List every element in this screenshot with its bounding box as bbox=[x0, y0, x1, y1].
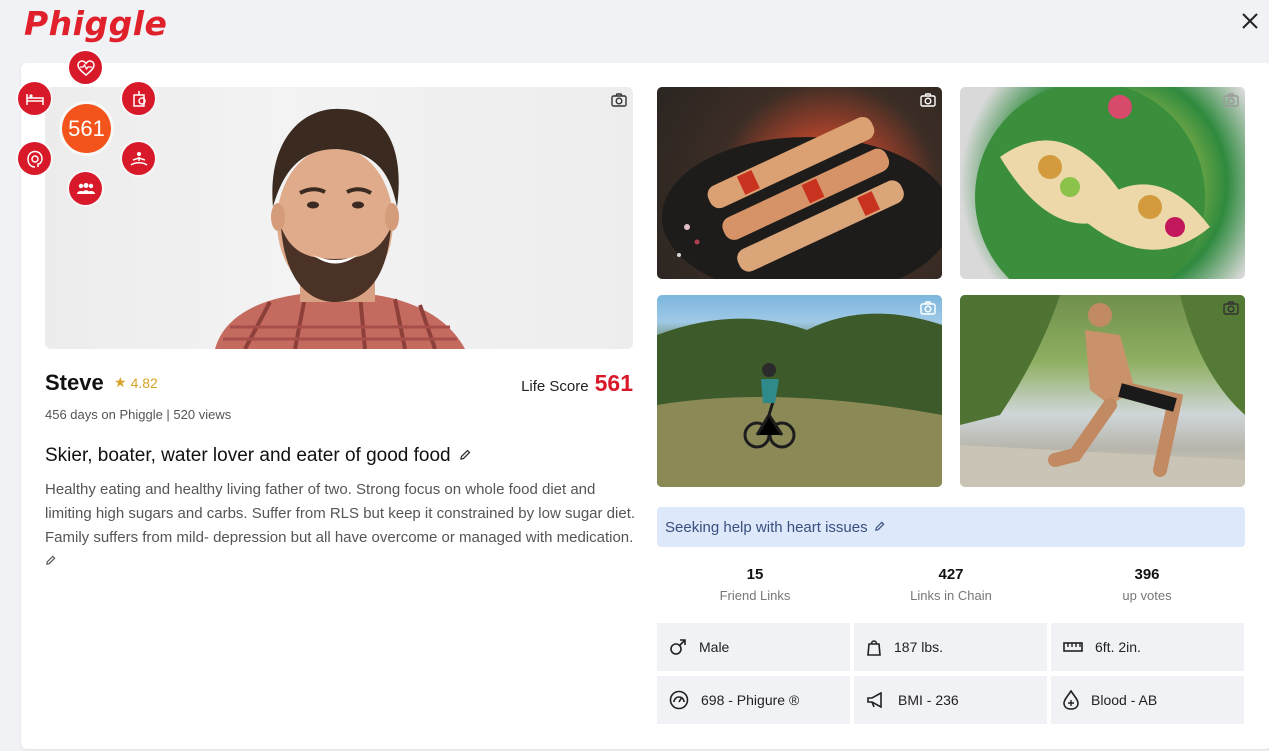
tile-text: 187 lbs. bbox=[894, 639, 944, 655]
profile-name: Steve bbox=[45, 370, 104, 395]
life-score-label: Life Score bbox=[521, 378, 589, 395]
change-photo-button[interactable] bbox=[918, 91, 938, 109]
pencil-icon bbox=[874, 521, 885, 531]
gallery-photo-exercise[interactable] bbox=[960, 295, 1245, 487]
camera-plus-icon bbox=[920, 301, 936, 315]
edit-headline-button[interactable] bbox=[459, 445, 471, 467]
profile-meta: 456 days on Phiggle | 520 views bbox=[45, 407, 232, 422]
gauge-icon bbox=[669, 690, 689, 710]
stat-label: up votes bbox=[1122, 588, 1172, 603]
mindfulness-category-button[interactable] bbox=[122, 142, 155, 175]
life-score: Life Score 561 bbox=[521, 370, 633, 397]
meditation-icon bbox=[130, 151, 147, 166]
stat-links-in-chain[interactable]: 427 Links in Chain bbox=[853, 566, 1049, 603]
change-photo-button[interactable] bbox=[1221, 299, 1241, 317]
camera-plus-icon bbox=[611, 93, 627, 107]
profile-bio: Healthy eating and healthy living father… bbox=[45, 478, 640, 574]
edit-bio-button[interactable] bbox=[45, 550, 56, 574]
tile-height: 6ft. 2in. bbox=[1051, 623, 1244, 671]
profile-photo[interactable] bbox=[45, 87, 633, 349]
gallery-photo-tacos[interactable] bbox=[960, 87, 1245, 279]
stat-value: 15 bbox=[746, 566, 764, 583]
tile-bmi: BMI - 236 bbox=[854, 676, 1047, 724]
biker-illustration bbox=[657, 313, 942, 487]
tile-phigure: 698 - Phigure ® bbox=[657, 676, 850, 724]
megaphone-icon bbox=[867, 692, 882, 708]
stat-label: Links in Chain bbox=[910, 588, 992, 603]
close-button[interactable] bbox=[1235, 6, 1265, 36]
person-portrait bbox=[215, 108, 465, 349]
blood-drop-icon bbox=[1063, 690, 1079, 710]
stat-up-votes[interactable]: 396 up votes bbox=[1049, 566, 1245, 603]
profile-headline: Skier, boater, water lover and eater of … bbox=[45, 445, 471, 467]
heart-category-button[interactable] bbox=[69, 51, 102, 84]
bed-icon bbox=[25, 93, 44, 105]
stat-value: 427 bbox=[938, 566, 964, 583]
life-score-badge[interactable]: 561 bbox=[62, 104, 111, 153]
stat-friend-links[interactable]: 15 Friend Links bbox=[657, 566, 853, 603]
weight-icon bbox=[867, 640, 881, 656]
tile-blood: Blood - AB bbox=[1051, 676, 1244, 724]
rating-value: 4.82 bbox=[130, 374, 158, 391]
change-photo-button[interactable] bbox=[918, 299, 938, 317]
tile-text: Blood - AB bbox=[1091, 692, 1158, 708]
group-icon bbox=[76, 182, 95, 194]
sleep-category-button[interactable] bbox=[18, 82, 51, 115]
stat-label: Friend Links bbox=[719, 588, 791, 603]
camera-plus-icon bbox=[1223, 93, 1239, 107]
bio-text: Healthy eating and healthy living father… bbox=[45, 481, 636, 546]
close-icon bbox=[1242, 13, 1258, 29]
tile-text: 698 - Phigure ® bbox=[701, 692, 800, 708]
tile-text: BMI - 236 bbox=[898, 692, 959, 708]
nutrition-category-button[interactable] bbox=[122, 82, 155, 115]
heart-pulse-icon bbox=[76, 59, 95, 76]
tile-gender: Male bbox=[657, 623, 850, 671]
profile-stats: 15 Friend Links 427 Links in Chain 396 u… bbox=[657, 566, 1245, 603]
skewers-illustration bbox=[662, 116, 942, 279]
seeking-help-banner[interactable]: Seeking help with heart issues bbox=[657, 507, 1245, 547]
attribute-tiles: Male 187 lbs. 6ft. 2in. 698 - Phigure ® … bbox=[657, 623, 1245, 724]
stat-value: 396 bbox=[1134, 566, 1160, 583]
camera-plus-icon bbox=[1223, 301, 1239, 315]
brain-icon bbox=[26, 150, 43, 168]
change-photo-button[interactable] bbox=[609, 91, 629, 109]
pencil-icon bbox=[46, 555, 56, 565]
profile-rating: ★ 4.82 bbox=[114, 374, 158, 391]
life-score-value: 561 bbox=[594, 370, 633, 396]
gallery-photo-mountain-bike[interactable] bbox=[657, 295, 942, 487]
gallery-photo-skewers[interactable] bbox=[657, 87, 942, 279]
male-icon bbox=[670, 639, 686, 655]
pencil-icon bbox=[459, 449, 471, 460]
ruler-icon bbox=[1063, 642, 1083, 652]
tile-weight: 187 lbs. bbox=[854, 623, 1047, 671]
star-icon: ★ bbox=[114, 374, 127, 390]
apple-icon bbox=[132, 90, 146, 107]
tacos-illustration bbox=[975, 87, 1210, 279]
seeking-help-text: Seeking help with heart issues bbox=[665, 518, 868, 536]
change-photo-button[interactable] bbox=[1221, 91, 1241, 109]
app-logo: Phiggle bbox=[24, 4, 168, 43]
edit-seeking-button[interactable] bbox=[874, 519, 885, 536]
tile-text: Male bbox=[699, 639, 730, 655]
athlete-illustration bbox=[960, 295, 1245, 487]
camera-plus-icon bbox=[920, 93, 936, 107]
headline-text: Skier, boater, water lover and eater of … bbox=[45, 445, 451, 466]
tile-text: 6ft. 2in. bbox=[1095, 639, 1141, 655]
mental-category-button[interactable] bbox=[18, 142, 51, 175]
social-category-button[interactable] bbox=[69, 172, 102, 205]
